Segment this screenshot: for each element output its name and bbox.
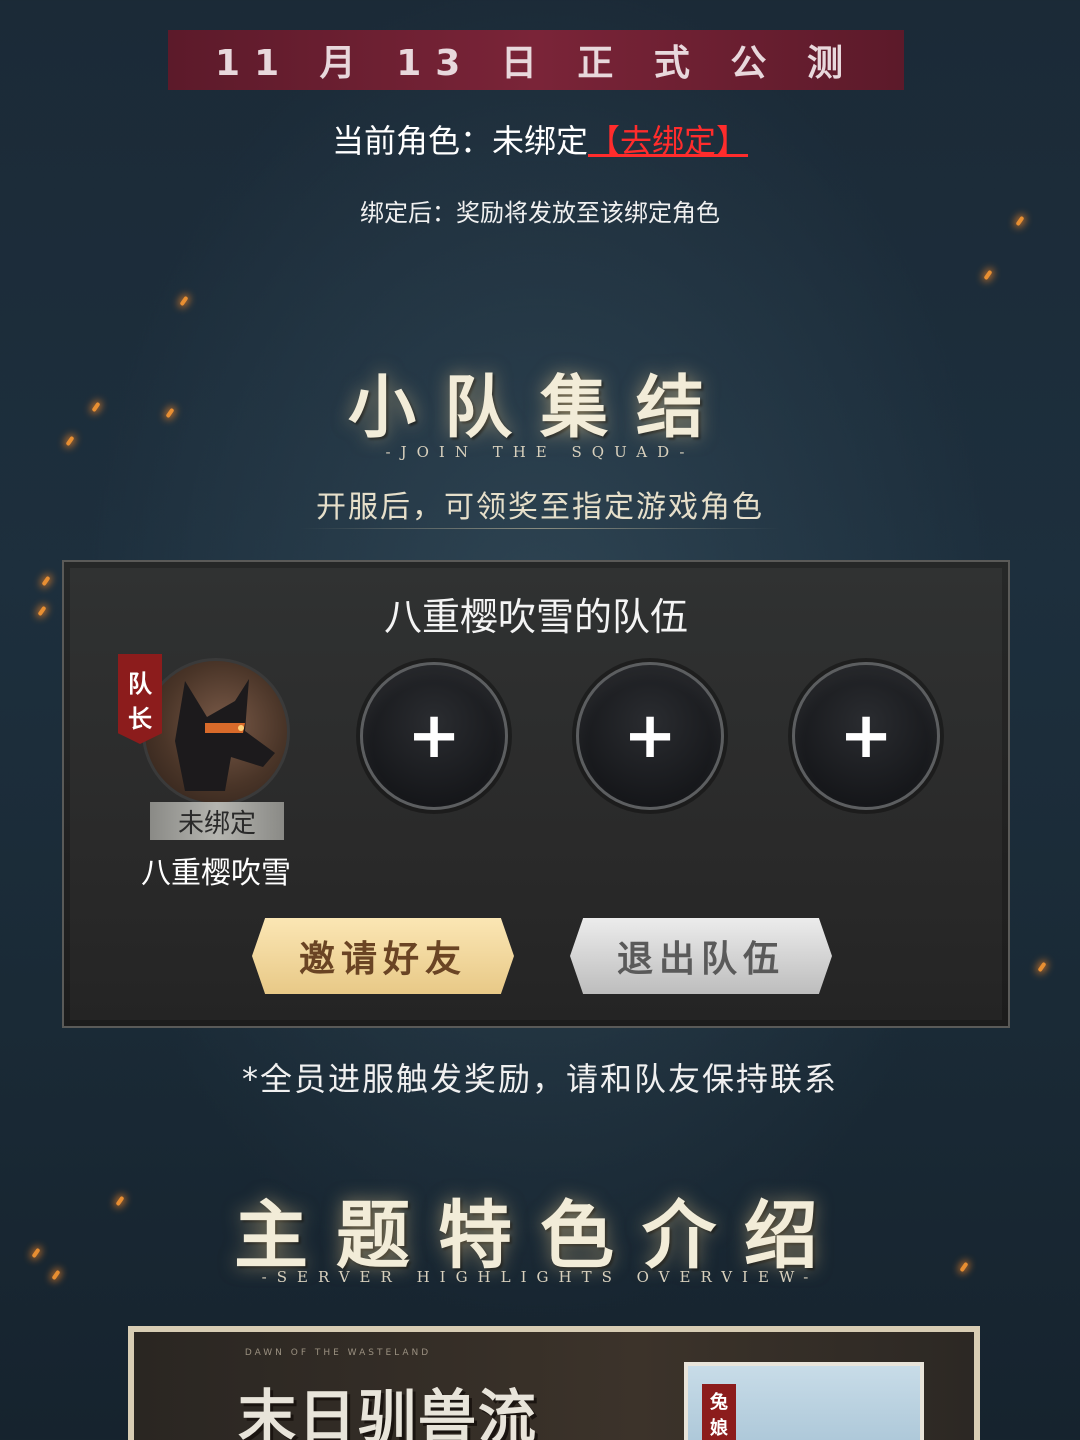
- card-small-caption: DAWN OF THE WASTELAND: [244, 1348, 432, 1358]
- leader-name: 八重樱吹雪: [141, 856, 291, 891]
- team-name: 八重樱吹雪的队伍: [383, 595, 688, 639]
- team-reward-note: *全员进服触发奖励，请和队友保持联系: [241, 1060, 838, 1098]
- leave-team-button[interactable]: 退出队伍: [570, 918, 832, 994]
- squad-hint: 开服后，可领奖至指定游戏角色: [316, 490, 764, 525]
- squad-section-title: 小队集结: [347, 368, 732, 448]
- team-panel: 八重樱吹雪的队伍 队 长 未绑定 八重樱吹雪 + + + 邀请好友 退出队伍: [62, 560, 1010, 1028]
- current-role-line: 当前角色：未绑定【去绑定】: [0, 116, 1080, 162]
- character-tag-char: 兔: [710, 1392, 728, 1413]
- invite-slot-2[interactable]: +: [576, 662, 724, 810]
- invite-slot-3[interactable]: +: [792, 662, 940, 810]
- leader-tag: 队 长: [118, 654, 162, 744]
- leader-tag-char: 长: [128, 705, 152, 733]
- divider: [300, 528, 780, 529]
- bind-role-link[interactable]: 【去绑定】: [588, 122, 748, 160]
- character-tag-char: 娘: [710, 1418, 728, 1439]
- launch-date-banner: 11 月 13 日 正 式 公 测: [168, 30, 904, 90]
- squad-section-subtitle: -JOIN THE SQUAD-: [385, 443, 695, 461]
- invite-slot-1[interactable]: +: [360, 662, 508, 810]
- bind-reward-note: 绑定后：奖励将发放至该绑定角色: [360, 199, 720, 227]
- character-tag: 兔 娘: [702, 1384, 736, 1440]
- plus-icon: +: [623, 699, 677, 773]
- leader-status-badge: 未绑定: [150, 802, 284, 840]
- current-role-label: 当前角色：未绑定: [331, 122, 588, 160]
- card-title: 末日驯兽流: [238, 1383, 539, 1440]
- invite-friends-button[interactable]: 邀请好友: [252, 918, 514, 994]
- leader-tag-char: 队: [128, 670, 152, 698]
- plus-icon: +: [839, 699, 893, 773]
- features-section-subtitle: -SERVER HIGHLIGHTS OVERVIEW-: [261, 1268, 819, 1286]
- features-section-title: 主题特色介绍: [234, 1193, 846, 1279]
- wolf-portrait-icon: [175, 679, 275, 791]
- leader-avatar[interactable]: [142, 658, 290, 806]
- feature-card[interactable]: DAWN OF THE WASTELAND 末日驯兽流 兔 娘: [128, 1326, 980, 1440]
- plus-icon: +: [407, 699, 461, 773]
